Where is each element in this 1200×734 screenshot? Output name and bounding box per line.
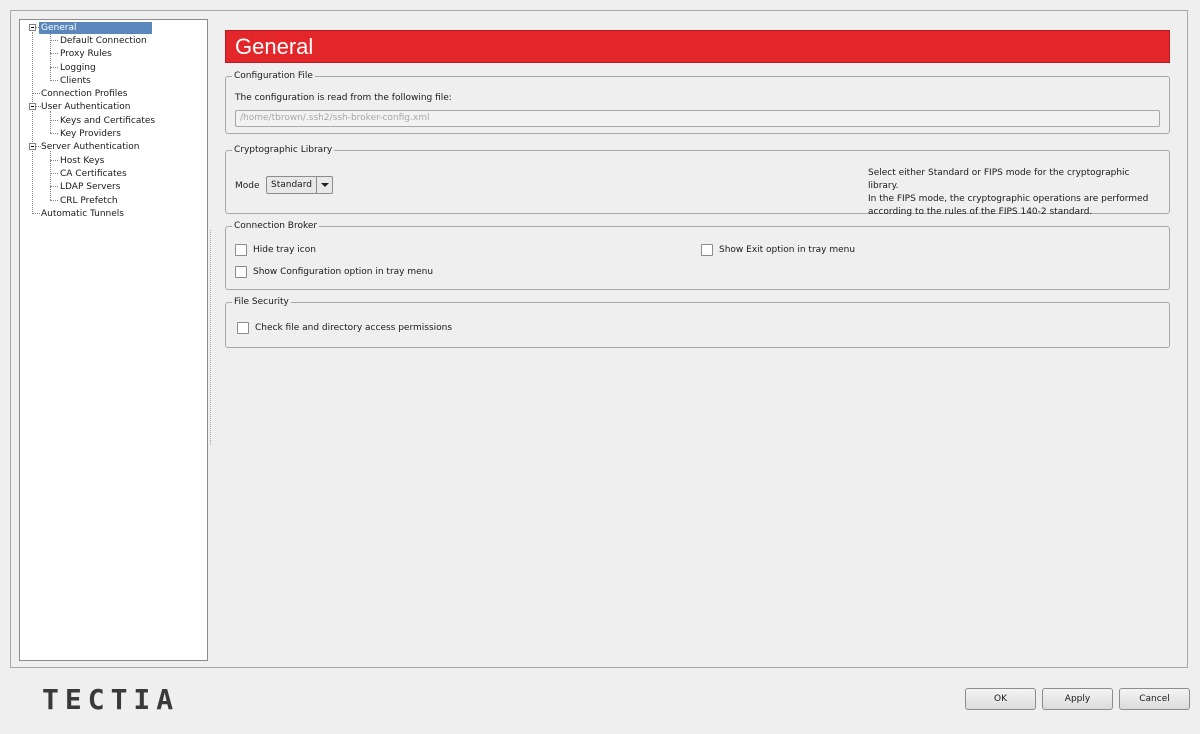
crypto-library-group: Cryptographic Library Mode Standard Sele… [225,144,1170,217]
checkbox-box[interactable] [701,244,713,256]
connection-broker-group: Connection Broker Hide tray icon Show Ex… [225,220,1170,290]
tree-connector [50,151,51,200]
file-security-group: File Security Check file and directory a… [225,296,1170,348]
mode-value: Standard [271,180,312,190]
tree-item-label: Logging [60,63,96,73]
tree-connector [50,200,58,201]
tree-connector [50,160,58,161]
tree-connector [50,40,58,41]
tree-item-label: CRL Prefetch [60,196,118,206]
show-exit-option-checkbox[interactable]: Show Exit option in tray menu [701,244,855,256]
tree-connector [50,111,51,133]
checkbox-label: Check file and directory access permissi… [255,323,453,333]
hide-tray-icon-checkbox[interactable]: Hide tray icon [235,244,316,256]
settings-tree[interactable]: General Default Connection Proxy Rules L… [19,19,208,661]
tree-item-label: Connection Profiles [41,89,128,99]
crypto-note-line: Select either Standard or FIPS mode for … [868,168,1130,191]
checkbox-label: Show Configuration option in tray menu [253,267,434,277]
crypto-note-line: according to the rules of the FIPS 140-2… [868,207,1093,217]
checkbox-box[interactable] [235,266,247,278]
collapse-icon[interactable] [29,24,36,31]
tree-item-label: General [39,22,152,34]
tectia-logo: TECTIA [42,683,180,716]
collapse-icon[interactable] [29,103,36,110]
ok-button[interactable]: OK [965,688,1036,710]
tree-connector [50,133,58,134]
checkbox-label: Show Exit option in tray menu [719,245,856,255]
collapse-icon[interactable] [29,143,36,150]
tree-connector [50,67,58,68]
crypto-note: Select either Standard or FIPS mode for … [868,167,1160,219]
cancel-button[interactable]: Cancel [1119,688,1190,710]
tree-connector [50,173,58,174]
check-permissions-checkbox[interactable]: Check file and directory access permissi… [237,322,452,334]
crypto-note-line: In the FIPS mode, the cryptographic oper… [868,194,1149,204]
checkbox-label: Hide tray icon [253,245,316,255]
tree-item-label: LDAP Servers [60,182,121,192]
mode-label: Mode [235,181,260,191]
tree-connector [50,53,58,54]
tree-connector [50,120,58,121]
config-file-description: The configuration is read from the follo… [235,93,452,103]
config-file-path-field[interactable]: /home/tbrown/.ssh2/ssh-broker-config.xml [235,110,1160,127]
page-title: General [225,30,1170,63]
tree-connector [50,186,58,187]
tree-connector [50,80,58,81]
splitter-handle[interactable] [210,230,213,445]
tree-item-label: Proxy Rules [60,49,112,59]
tree-item-label: Default Connection [60,36,147,46]
group-title: Configuration File [232,70,315,82]
config-file-group: Configuration File The configuration is … [225,70,1170,134]
tree-item-label: Automatic Tunnels [41,209,124,219]
group-title: File Security [232,296,291,308]
show-configuration-option-checkbox[interactable]: Show Configuration option in tray menu [235,266,433,278]
tree-item-label: Keys and Certificates [60,116,156,126]
tree-item-label: Host Keys [60,156,105,166]
checkbox-box[interactable] [235,244,247,256]
tree-item-label: CA Certificates [60,169,127,179]
group-title: Connection Broker [232,220,320,232]
apply-button[interactable]: Apply [1042,688,1113,710]
mode-select[interactable]: Standard [266,176,333,194]
tree-item-label: Key Providers [60,129,121,139]
tree-connector [32,32,33,214]
tree-item-label: User Authentication [41,102,131,112]
checkbox-box[interactable] [237,322,249,334]
tree-item-label: Server Authentication [41,142,140,152]
chevron-down-icon[interactable] [316,177,332,193]
group-title: Cryptographic Library [232,144,335,156]
tree-item-label: Clients [60,76,91,86]
